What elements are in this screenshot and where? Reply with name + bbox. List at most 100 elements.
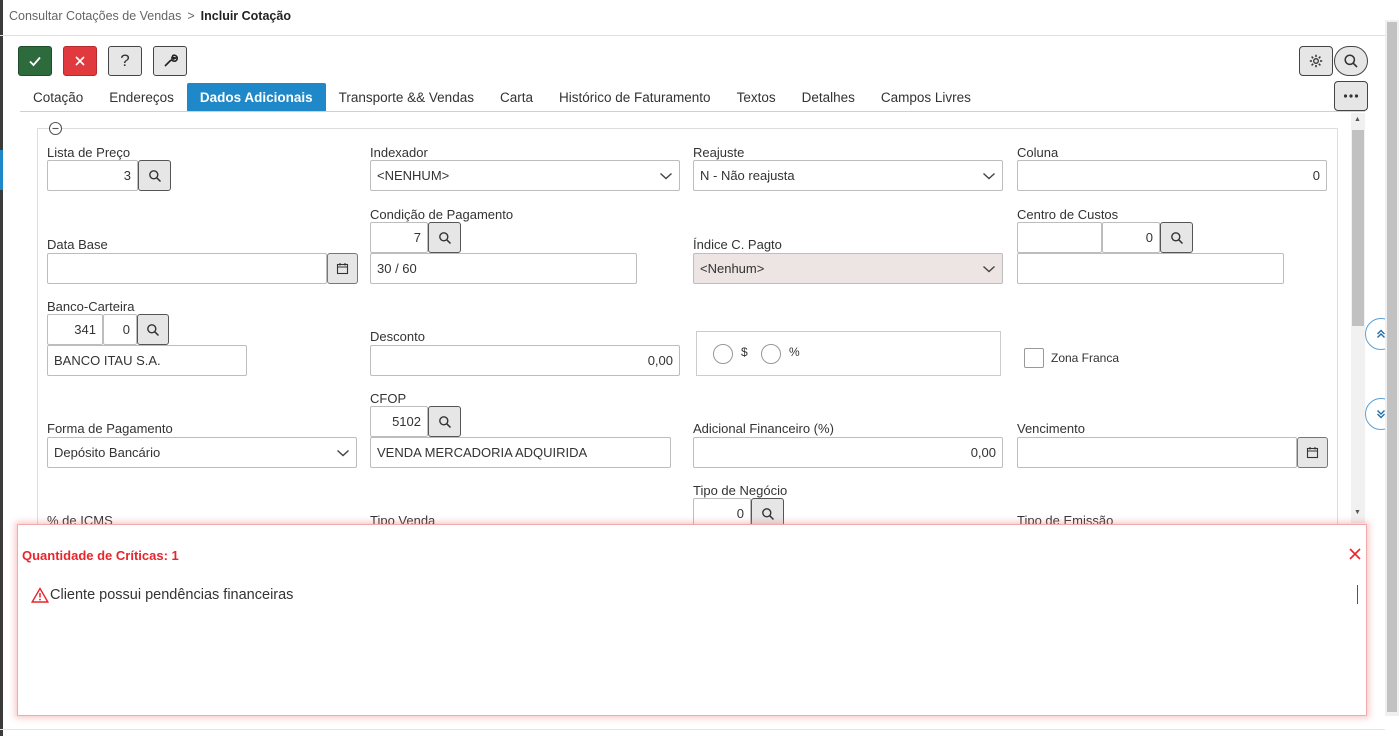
indice-c-pagto-value: <Nenhum> xyxy=(700,261,765,276)
text-cursor xyxy=(1357,585,1358,604)
forma-pagamento-select[interactable]: Depósito Bancário xyxy=(47,437,357,468)
chevron-down-icon xyxy=(660,172,672,179)
tab-dados-adicionais[interactable]: Dados Adicionais xyxy=(186,83,326,112)
forma-pagamento-label: Forma de Pagamento xyxy=(47,421,173,436)
banco-input[interactable]: 341 xyxy=(47,314,103,345)
cfop-code-input[interactable]: 5102 xyxy=(370,406,428,437)
coluna-input[interactable]: 0 xyxy=(1017,160,1327,191)
data-base-calendar-button[interactable] xyxy=(327,253,358,284)
desconto-label: Desconto xyxy=(370,329,425,344)
gear-icon xyxy=(1309,54,1323,68)
more-options-button[interactable] xyxy=(1334,81,1368,111)
warning-icon xyxy=(31,587,49,603)
banco-carteira-description[interactable]: BANCO ITAU S.A. xyxy=(47,345,247,376)
banco-carteira-search-button[interactable] xyxy=(137,314,169,345)
zona-franca-label: Zona Franca xyxy=(1051,351,1120,365)
scroll-down-arrow[interactable]: ▼ xyxy=(1354,509,1361,516)
search-icon xyxy=(438,415,451,428)
chevron-down-icon xyxy=(337,449,349,456)
desconto-percent-radio[interactable] xyxy=(761,344,781,364)
centro-custos-code1-input[interactable] xyxy=(1017,222,1102,253)
form-scrollbar[interactable]: ▲ ▼ xyxy=(1351,113,1365,523)
close-icon xyxy=(1349,548,1361,560)
check-icon xyxy=(29,56,41,67)
window-edge-accent xyxy=(0,150,3,190)
centro-custos-code2-input[interactable]: 0 xyxy=(1102,222,1160,253)
breadcrumb-current: Incluir Cotação xyxy=(200,9,291,23)
vencimento-calendar-button[interactable] xyxy=(1297,437,1328,468)
indexador-select[interactable]: <NENHUM> xyxy=(370,160,680,191)
global-search-button[interactable] xyxy=(1334,46,1368,76)
zona-franca-checkbox[interactable] xyxy=(1024,348,1044,368)
forma-pagamento-value: Depósito Bancário xyxy=(54,445,161,460)
minus-circle-icon xyxy=(48,121,63,136)
tools-button[interactable] xyxy=(153,46,187,76)
condicao-pagamento-description[interactable]: 30 / 60 xyxy=(370,253,637,284)
page-scrollbar[interactable] xyxy=(1385,20,1399,716)
carteira-input[interactable]: 0 xyxy=(103,314,137,345)
tab-carta[interactable]: Carta xyxy=(487,83,546,112)
wrench-icon xyxy=(164,54,178,67)
tab-enderecos[interactable]: Endereços xyxy=(96,83,187,112)
data-base-input[interactable] xyxy=(47,253,327,284)
cancel-button[interactable] xyxy=(63,46,97,76)
settings-button[interactable] xyxy=(1299,46,1333,76)
lista-preco-label: Lista de Preço xyxy=(47,145,131,160)
desconto-currency-radio[interactable] xyxy=(713,344,733,364)
data-base-label: Data Base xyxy=(47,237,108,252)
criticas-title: Quantidade de Críticas: 1 xyxy=(22,548,179,563)
tab-campos-livres[interactable]: Campos Livres xyxy=(868,83,984,112)
indice-c-pagto-select: <Nenhum> xyxy=(693,253,1003,284)
banco-carteira-label: Banco-Carteira xyxy=(47,299,135,314)
criticas-message-text: Cliente possui pendências financeiras xyxy=(50,587,294,603)
tab-detalhes[interactable]: Detalhes xyxy=(789,83,868,112)
window-edge xyxy=(0,0,3,736)
tab-transporte-vendas[interactable]: Transporte && Vendas xyxy=(326,83,487,112)
vencimento-label: Vencimento xyxy=(1017,421,1085,436)
breadcrumb: Consultar Cotações de Vendas > Incluir Cot… xyxy=(9,9,291,23)
calendar-icon xyxy=(1306,447,1319,459)
indexador-label: Indexador xyxy=(370,145,428,160)
condicao-pagamento-label: Condição de Pagamento xyxy=(370,207,514,222)
header-divider xyxy=(0,35,1385,36)
form-scrollbar-thumb[interactable] xyxy=(1352,130,1364,326)
search-icon xyxy=(1170,231,1183,244)
collapse-section-button[interactable] xyxy=(48,121,63,139)
cfop-search-button[interactable] xyxy=(428,406,461,437)
search-icon xyxy=(761,507,774,520)
condicao-pagamento-search-button[interactable] xyxy=(428,222,461,253)
search-icon xyxy=(147,323,160,336)
criticas-message: Cliente possui pendências financeiras xyxy=(31,587,293,603)
indexador-value: <NENHUM> xyxy=(377,168,450,183)
scroll-up-arrow[interactable]: ▲ xyxy=(1354,116,1361,123)
tabs-divider xyxy=(20,111,1365,112)
breadcrumb-parent[interactable]: Consultar Cotações de Vendas xyxy=(9,9,181,23)
vencimento-input[interactable] xyxy=(1017,437,1297,468)
lista-preco-input[interactable]: 3 xyxy=(47,160,138,191)
tipo-negocio-label: Tipo de Negócio xyxy=(693,483,788,498)
chevron-down-icon xyxy=(983,265,995,272)
desconto-percent-label: % xyxy=(789,345,800,359)
tab-cotacao[interactable]: Cotação xyxy=(20,83,96,112)
tab-textos[interactable]: Textos xyxy=(724,83,789,112)
reajuste-select[interactable]: N - Não reajusta xyxy=(693,160,1003,191)
centro-custos-search-button[interactable] xyxy=(1160,222,1193,253)
chevron-down-icon xyxy=(983,172,995,179)
adicional-financeiro-label: Adicional Financeiro (%) xyxy=(693,421,834,436)
cfop-description[interactable]: VENDA MERCADORIA ADQUIRIDA xyxy=(370,437,671,468)
criticas-close-button[interactable] xyxy=(1346,545,1364,563)
indice-c-pagto-label: Índice C. Pagto xyxy=(693,237,782,252)
adicional-financeiro-input[interactable]: 0,00 xyxy=(693,437,1003,468)
desconto-input[interactable]: 0,00 xyxy=(370,345,680,376)
close-icon xyxy=(75,56,85,66)
confirm-button[interactable] xyxy=(18,46,52,76)
lista-preco-search-button[interactable] xyxy=(138,160,171,191)
help-button[interactable]: ? xyxy=(108,46,142,76)
reajuste-label: Reajuste xyxy=(693,145,745,160)
tab-historico-faturamento[interactable]: Histórico de Faturamento xyxy=(546,83,724,112)
condicao-pagamento-code-input[interactable]: 7 xyxy=(370,222,428,253)
centro-custos-description[interactable] xyxy=(1017,253,1284,284)
page-scrollbar-thumb[interactable] xyxy=(1387,22,1397,712)
calendar-icon xyxy=(336,263,349,275)
reajuste-value: N - Não reajusta xyxy=(700,168,795,183)
